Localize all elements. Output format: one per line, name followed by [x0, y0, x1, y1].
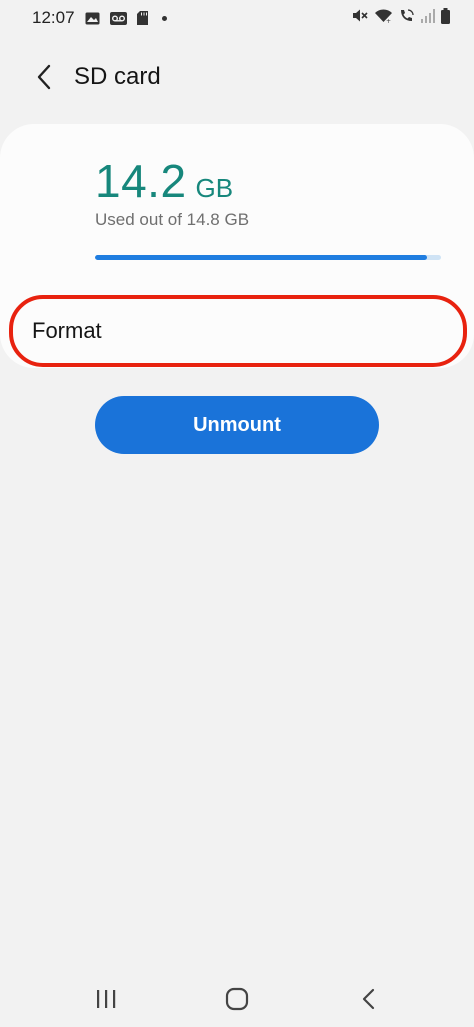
used-unit: GB — [195, 173, 234, 203]
app-bar: SD card — [0, 50, 474, 104]
page-title: SD card — [74, 63, 161, 90]
screen: 12:07 + SD card 14.2 GB Used out of 14.8… — [0, 0, 474, 1027]
storage-card: 14.2 GB Used out of 14.8 GB Format — [0, 124, 474, 368]
storage-progress-fill — [95, 255, 428, 260]
mute-icon — [352, 8, 368, 28]
voicemail-icon — [109, 11, 127, 25]
format-label: Format — [32, 318, 102, 343]
status-bar: 12:07 + — [0, 0, 474, 36]
back-icon — [363, 988, 375, 1009]
sd-card-icon — [136, 11, 148, 25]
recent-apps-icon — [96, 989, 115, 1008]
nav-back-button[interactable] — [338, 974, 398, 1024]
notification-dot-icon — [161, 15, 167, 21]
home-button[interactable] — [207, 974, 267, 1024]
recent-apps-button[interactable] — [76, 974, 136, 1024]
used-value: 14.2 — [95, 155, 187, 207]
used-storage: 14.2 GB — [95, 154, 233, 208]
wifi-calling-icon — [399, 8, 415, 28]
status-right: + — [352, 7, 450, 29]
status-left: 12:07 — [32, 8, 167, 28]
navigation-bar — [0, 970, 474, 1027]
wifi-icon: + — [374, 8, 393, 28]
status-time: 12:07 — [32, 8, 75, 27]
battery-icon — [441, 7, 450, 29]
back-arrow-icon — [37, 64, 51, 90]
format-option[interactable]: Format — [0, 296, 474, 366]
unmount-button[interactable]: Unmount — [95, 396, 379, 454]
storage-progress-bar — [95, 255, 441, 260]
home-icon — [225, 987, 249, 1010]
svg-text:+: + — [386, 18, 391, 23]
gallery-icon — [85, 12, 100, 25]
back-button[interactable] — [24, 57, 64, 97]
storage-subtitle: Used out of 14.8 GB — [95, 210, 250, 229]
signal-icon — [421, 8, 435, 28]
